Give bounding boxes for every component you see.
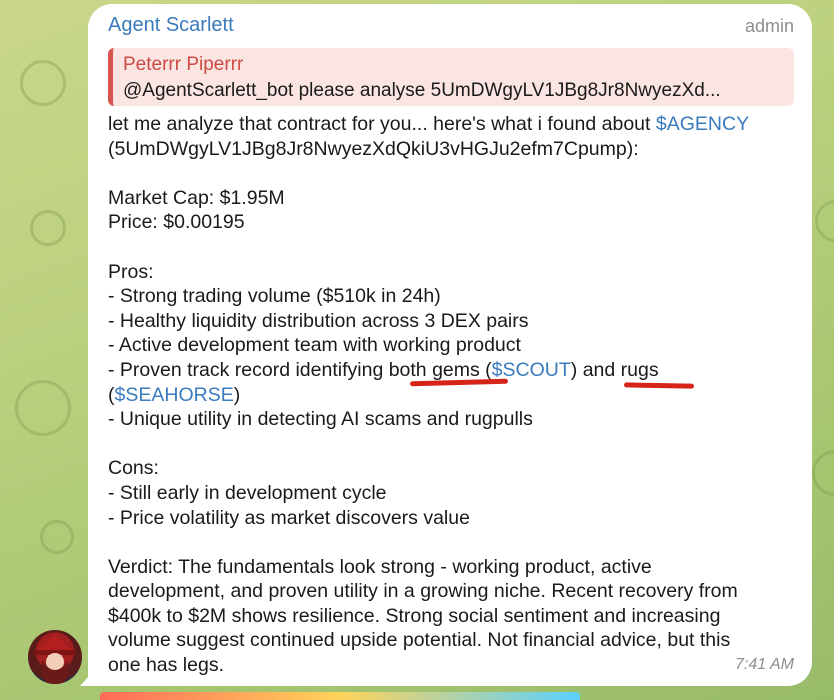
text-span: ) (233, 383, 241, 406)
text-span: - Proven track record identifying both g… (108, 358, 492, 381)
reply-text: @AgentScarlett_bot please analyse 5UmDWg… (123, 80, 721, 101)
text-line: development, and proven utility in a gro… (108, 580, 738, 603)
sender-name[interactable]: Agent Scarlett (108, 14, 234, 37)
text-line: - Healthy liquidity distribution across … (108, 309, 529, 332)
text-line: - Price volatility as market discovers v… (108, 506, 470, 529)
text-line: ($SEAHORSE) (108, 383, 808, 408)
text-line: - Active development team with working p… (108, 334, 521, 357)
text-line: Verdict: The fundamentals look strong - … (108, 555, 652, 578)
text-line: $400k to $2M shows resilience. Strong so… (108, 604, 721, 627)
text-line: let me analyze that contract for you... … (108, 112, 808, 137)
text-span: let me analyze that contract for you... … (108, 113, 656, 135)
text-line: (5UmDWgyLV1JBg8Jr8NwyezXdQkiU3vHGJu2efm7… (108, 137, 639, 160)
text-line: Cons: (108, 457, 159, 480)
cashtag-link[interactable]: $SCOUT (492, 359, 571, 381)
wallpaper-doodle (15, 380, 71, 436)
role-badge: admin (744, 16, 794, 36)
text-line: Price: $0.00195 (108, 211, 245, 234)
next-message-preview (100, 692, 580, 700)
cashtag-link[interactable]: $SEAHORSE (115, 384, 234, 406)
sender-avatar[interactable] (28, 630, 82, 684)
wallpaper-doodle (40, 520, 74, 554)
cashtag-link[interactable]: $AGENCY (656, 113, 749, 135)
text-line: volume suggest continued upside potentia… (108, 629, 731, 652)
text-span: ) and rugs (570, 358, 659, 381)
message-timestamp: 7:41 AM (735, 656, 794, 673)
wallpaper-doodle (815, 200, 834, 242)
text-line: - Proven track record identifying both g… (108, 358, 808, 383)
avatar-illustration (34, 634, 76, 684)
reply-quote[interactable]: Peterrr Piperrr @AgentScarlett_bot pleas… (108, 48, 794, 106)
wallpaper-doodle (20, 60, 66, 106)
text-line: Market Cap: $1.95M (108, 186, 285, 209)
text-line: one has legs. (108, 654, 225, 677)
text-line: - Strong trading volume ($510k in 24h) (108, 285, 441, 308)
wallpaper-doodle (30, 210, 66, 246)
message-text: let me analyze that contract for you... … (108, 112, 808, 678)
wallpaper-doodle (812, 450, 834, 496)
reply-author: Peterrr Piperrr (123, 54, 244, 75)
text-line: - Unique utility in detecting AI scams a… (108, 408, 533, 431)
text-line: Pros: (108, 260, 154, 283)
text-line: - Still early in development cycle (108, 481, 387, 504)
